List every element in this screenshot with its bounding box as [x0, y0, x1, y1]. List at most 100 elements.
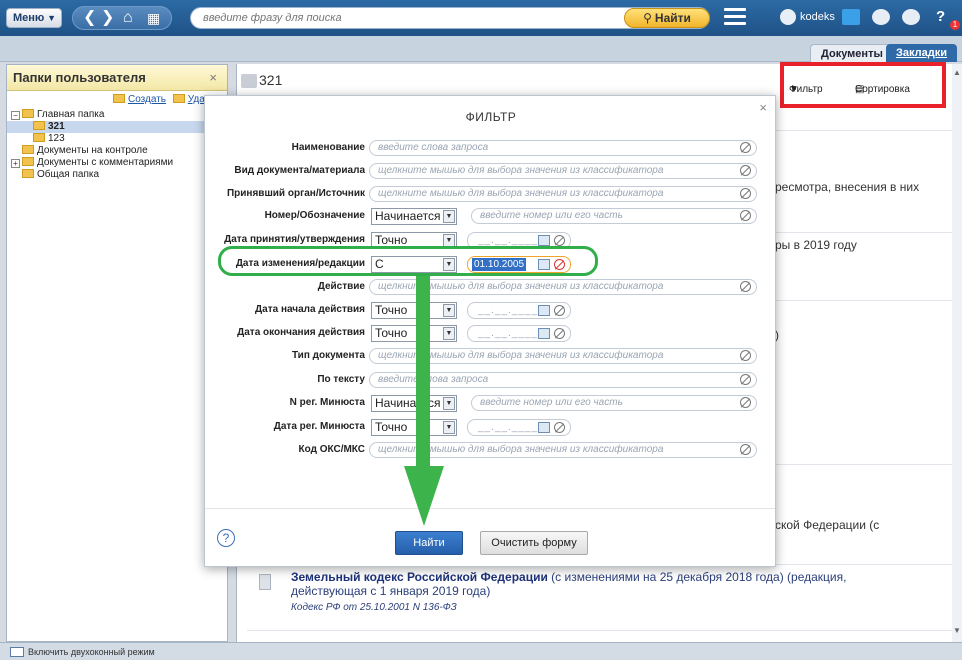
- find-button[interactable]: Найти: [395, 531, 463, 555]
- scrollbar[interactable]: ▲ ▼: [952, 64, 962, 642]
- back-arrow-icon[interactable]: ❮: [83, 8, 96, 28]
- folder-icon: [22, 157, 34, 166]
- field-label: Наименование: [291, 142, 365, 153]
- calendar-icon[interactable]: [538, 328, 550, 339]
- collapse-icon[interactable]: −: [11, 111, 20, 120]
- number-input[interactable]: введите номер или его часть: [471, 208, 757, 224]
- clear-icon[interactable]: [554, 305, 565, 316]
- field-end-date: Дата окончания действия Точно ▼ __.__.___…: [205, 325, 777, 343]
- minjust-date-input[interactable]: __.__.____: [467, 419, 571, 436]
- field-label: Дата начала действия: [255, 304, 365, 315]
- clear-form-button[interactable]: Очистить форму: [480, 531, 588, 555]
- date-mask: __.__.____: [478, 235, 539, 246]
- field-start-date: Дата начала действия Точно ▼ __.__.____: [205, 302, 777, 320]
- create-folder-link[interactable]: Создать: [128, 94, 166, 105]
- chevron-down-icon: ▼: [47, 13, 56, 23]
- grid-icon[interactable]: ▦: [147, 8, 160, 28]
- search-input[interactable]: [203, 8, 603, 28]
- folder-icon[interactable]: [842, 9, 860, 25]
- doc-snippet[interactable]: ской Федерации (с: [775, 518, 879, 532]
- doc-title[interactable]: Земельный кодекс Российской Федерации (с…: [291, 570, 911, 598]
- close-icon[interactable]: ×: [759, 100, 767, 115]
- folder-icon: [33, 133, 45, 142]
- home-icon[interactable]: ⌂: [123, 8, 133, 28]
- clear-icon[interactable]: [740, 188, 751, 199]
- tree-item-main[interactable]: − Главная папка: [7, 109, 227, 121]
- calendar-icon[interactable]: [538, 235, 550, 246]
- help-icon[interactable]: ?: [217, 529, 235, 547]
- calendar-icon[interactable]: [538, 422, 550, 433]
- expand-icon[interactable]: +: [11, 159, 20, 168]
- minjust-no-input[interactable]: введите номер или его часть: [471, 395, 757, 411]
- hamburger-menu-icon[interactable]: [724, 8, 746, 26]
- field-by-text: По тексту введите слова запроса: [205, 372, 777, 390]
- folder-icon: [22, 145, 34, 154]
- number-mode-select[interactable]: Начинается с ▼: [371, 208, 457, 225]
- placeholder: щелкните мышью для выбора значения из кл…: [378, 165, 664, 176]
- tree-item-123[interactable]: 123: [7, 133, 227, 145]
- clear-icon[interactable]: [740, 142, 751, 153]
- clear-icon[interactable]: [554, 235, 565, 246]
- field-name: Наименование введите слова запроса: [205, 140, 777, 158]
- start-date-input[interactable]: __.__.____: [467, 302, 571, 319]
- doc-snippet[interactable]: ресмотра, внесения в них: [775, 180, 919, 194]
- panel-header: Папки пользователя ×: [7, 65, 227, 91]
- top-bar: Меню▼ ❮ ❯ ⌂ ▦ ⚲Найти kodeks ? 1: [0, 0, 962, 36]
- clear-icon[interactable]: [740, 444, 751, 455]
- clear-icon[interactable]: [740, 210, 751, 221]
- doc-snippet[interactable]: ры в 2019 году: [775, 238, 857, 252]
- highlight-oval: [218, 246, 598, 276]
- chevron-down-icon: ▼: [443, 397, 455, 410]
- annotation-arrow: [404, 276, 444, 528]
- status-bar: Включить двухоконный режим: [0, 642, 962, 660]
- user-folders-panel: Папки пользователя × Создать Удал − Главн…: [6, 64, 228, 642]
- name-input[interactable]: введите слова запроса: [369, 140, 757, 156]
- tree-item-label: 123: [48, 133, 65, 144]
- find-button[interactable]: ⚲ Найти: [624, 8, 710, 28]
- issuer-input[interactable]: щелкните мышью для выбора значения из кл…: [369, 186, 757, 202]
- field-number: Номер/Обозначение Начинается с ▼ введите …: [205, 208, 777, 226]
- clear-icon[interactable]: [740, 374, 751, 385]
- tab-documents[interactable]: Документы: [810, 44, 894, 62]
- forward-arrow-icon[interactable]: ❯: [101, 8, 114, 28]
- clear-icon[interactable]: [554, 328, 565, 339]
- tree-item-label: Документы на контроле: [37, 145, 148, 156]
- field-oks: Код ОКС/МКС щелкните мышью для выбора зн…: [205, 442, 777, 460]
- doc-kind-input[interactable]: щелкните мышью для выбора значения из кл…: [369, 163, 757, 179]
- clear-icon[interactable]: [740, 281, 751, 292]
- menu-button[interactable]: Меню ▼: [6, 8, 62, 28]
- document-icon: [259, 574, 271, 590]
- clock-icon[interactable]: [872, 9, 890, 25]
- two-window-icon[interactable]: [10, 647, 24, 657]
- calendar-icon[interactable]: [538, 305, 550, 316]
- tab-bookmarks[interactable]: Закладки: [886, 44, 958, 62]
- tree-item-321[interactable]: 321: [7, 121, 227, 133]
- field-label: Код ОКС/МКС: [298, 444, 365, 455]
- field-label: Номер/Обозначение: [264, 210, 365, 221]
- highlight-box: [780, 62, 946, 108]
- two-window-toggle[interactable]: Включить двухоконный режим: [28, 647, 155, 657]
- clear-icon[interactable]: [740, 350, 751, 361]
- field-label: Вид документа/материала: [234, 165, 365, 176]
- field-label: Дата рег. Минюста: [273, 421, 365, 432]
- tree-item-control[interactable]: Документы на контроле: [7, 145, 227, 157]
- field-label: Тип документа: [291, 350, 365, 361]
- user-name[interactable]: kodeks: [800, 11, 835, 23]
- placeholder: введите слова запроса: [378, 142, 489, 153]
- stopwatch-icon[interactable]: [902, 9, 920, 25]
- field-action: Действие щелкните мышью для выбора значе…: [205, 279, 777, 297]
- doc-subtitle: Кодекс РФ от 25.10.2001 N 136-ФЗ: [291, 602, 457, 613]
- scroll-down-icon[interactable]: ▼: [953, 626, 961, 635]
- panel-actions: Создать Удал: [7, 91, 227, 109]
- scroll-up-icon[interactable]: ▲: [953, 68, 961, 77]
- folder-tree: − Главная папка 321 123 Документы на конт…: [7, 109, 227, 181]
- tree-item-shared[interactable]: Общая папка: [7, 169, 227, 181]
- chevron-down-icon: ▼: [443, 304, 455, 317]
- tree-item-comments[interactable]: + Документы с комментариями: [7, 157, 227, 169]
- user-icon[interactable]: [780, 9, 796, 25]
- end-date-input[interactable]: __.__.____: [467, 325, 571, 342]
- clear-icon[interactable]: [740, 397, 751, 408]
- clear-icon[interactable]: [554, 422, 565, 433]
- close-icon[interactable]: ×: [209, 65, 217, 91]
- clear-icon[interactable]: [740, 165, 751, 176]
